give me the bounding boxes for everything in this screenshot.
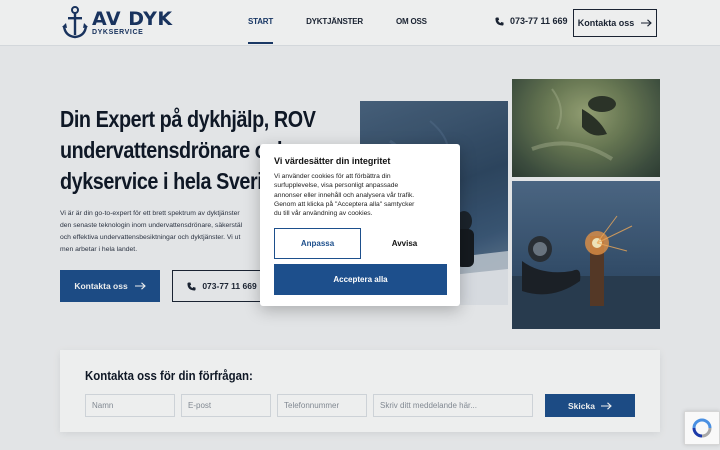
cookie-accept-all-button[interactable]: Acceptera alla: [274, 264, 447, 295]
cookie-text-line: du till vår användning av cookies.: [274, 210, 373, 218]
cookie-text-line: annonser eller innehåll och analysera vå…: [274, 191, 415, 199]
cookie-consent-dialog: Vi värdesätter din integritet Vi använde…: [260, 144, 460, 306]
cookie-text-line: Vi använder cookies för att förbättra di…: [274, 173, 391, 180]
cookie-customize-button[interactable]: Anpassa: [274, 228, 361, 259]
cookie-text: Vi använder cookies för att förbättra di…: [274, 172, 449, 218]
recaptcha-icon: [692, 418, 712, 438]
recaptcha-badge[interactable]: [684, 411, 720, 445]
cookie-title: Vi värdesätter din integritet: [274, 156, 391, 166]
cookie-reject-button[interactable]: Avvisa: [361, 228, 448, 259]
cookie-text-line: surfupplevelse, visa personligt anpassad…: [274, 182, 399, 190]
cookie-text-line: Genom att klicka på "Acceptera alla" sam…: [274, 200, 415, 208]
